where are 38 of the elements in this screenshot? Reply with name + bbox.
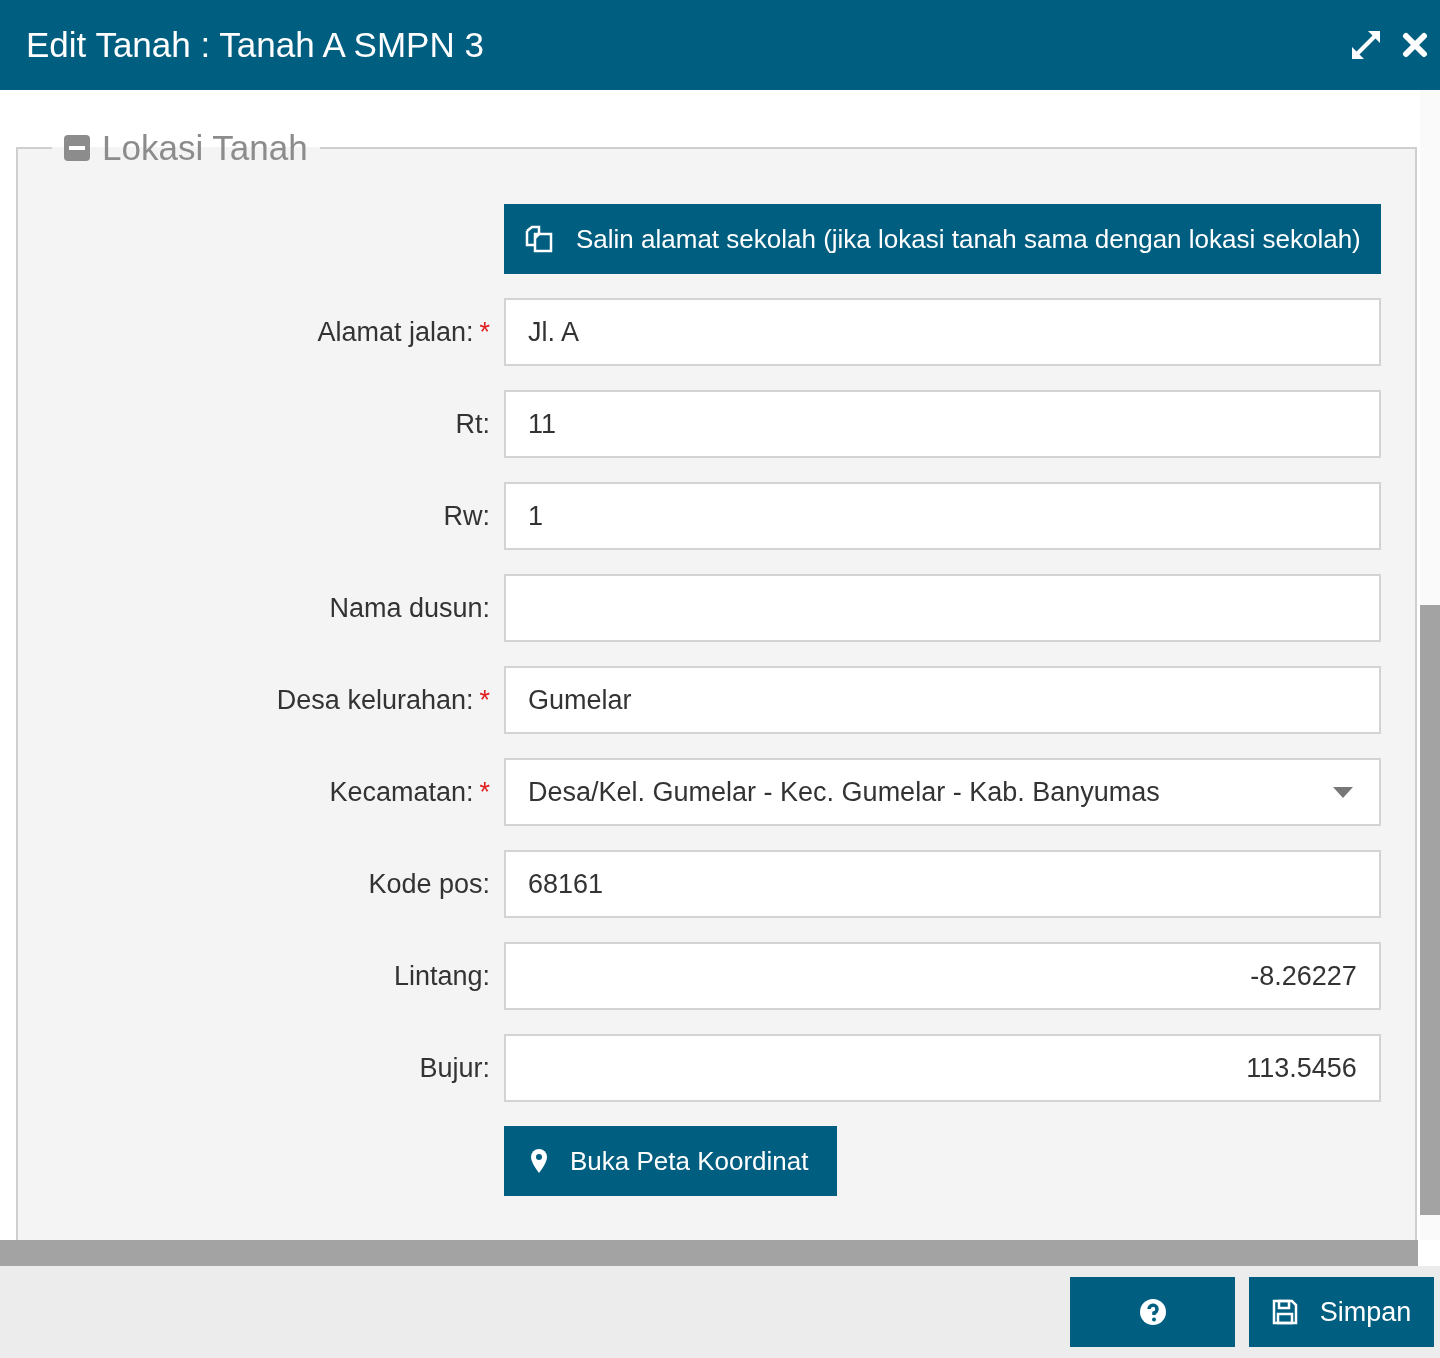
copy-icon: [524, 225, 554, 253]
field-label: Kode pos:: [368, 868, 490, 900]
close-icon: [1402, 32, 1428, 58]
field-label: Desa kelurahan:: [276, 684, 474, 716]
help-icon: [1139, 1299, 1166, 1325]
field-label: Alamat jalan:: [317, 316, 474, 348]
open-map-button[interactable]: Buka Peta Koordinat: [504, 1126, 837, 1196]
save-button[interactable]: Simpan: [1249, 1277, 1434, 1347]
caret-icon: [1332, 786, 1353, 798]
expand-icon: [1350, 29, 1382, 61]
input-field[interactable]: 68161: [504, 850, 1381, 918]
required-mark: *: [479, 776, 490, 808]
maximize-button[interactable]: [1350, 29, 1382, 61]
input-field[interactable]: 1: [504, 482, 1381, 550]
window-title: Edit Tanah : Tanah A SMPN 3: [26, 25, 485, 65]
field-label: Nama dusun:: [329, 592, 490, 624]
required-mark: *: [479, 316, 490, 348]
input-field[interactable]: [504, 574, 1381, 642]
dropdown-field[interactable]: Desa/Kel. Gumelar - Kec. Gumelar - Kab. Banyumas: [504, 758, 1381, 826]
horizontal-scrollbar[interactable]: [0, 1240, 1418, 1266]
input-field[interactable]: 11: [504, 390, 1381, 458]
field-label: Rt:: [455, 408, 490, 440]
help-button[interactable]: [1070, 1277, 1235, 1347]
field-label: Lintang:: [393, 960, 490, 992]
field-label: Rw:: [443, 500, 490, 532]
required-mark: *: [479, 684, 490, 716]
map-pin-icon: [530, 1148, 548, 1174]
field-label: Bujur:: [419, 1052, 490, 1084]
input-field[interactable]: -8.26227: [504, 942, 1381, 1010]
input-field[interactable]: Gumelar: [504, 666, 1381, 734]
section-title: Lokasi Tanah: [102, 128, 308, 168]
close-button[interactable]: [1402, 32, 1428, 58]
copy-address-button[interactable]: Salin alamat sekolah (jika lokasi tanah sama dengan lokasi sekolah): [504, 204, 1381, 274]
collapse-toggle[interactable]: [64, 135, 90, 161]
field-label: Kecamatan:: [329, 776, 474, 808]
input-field[interactable]: Jl. A: [504, 298, 1381, 366]
vertical-scrollbar[interactable]: [1420, 90, 1440, 1240]
input-field[interactable]: 113.5456: [504, 1034, 1381, 1102]
